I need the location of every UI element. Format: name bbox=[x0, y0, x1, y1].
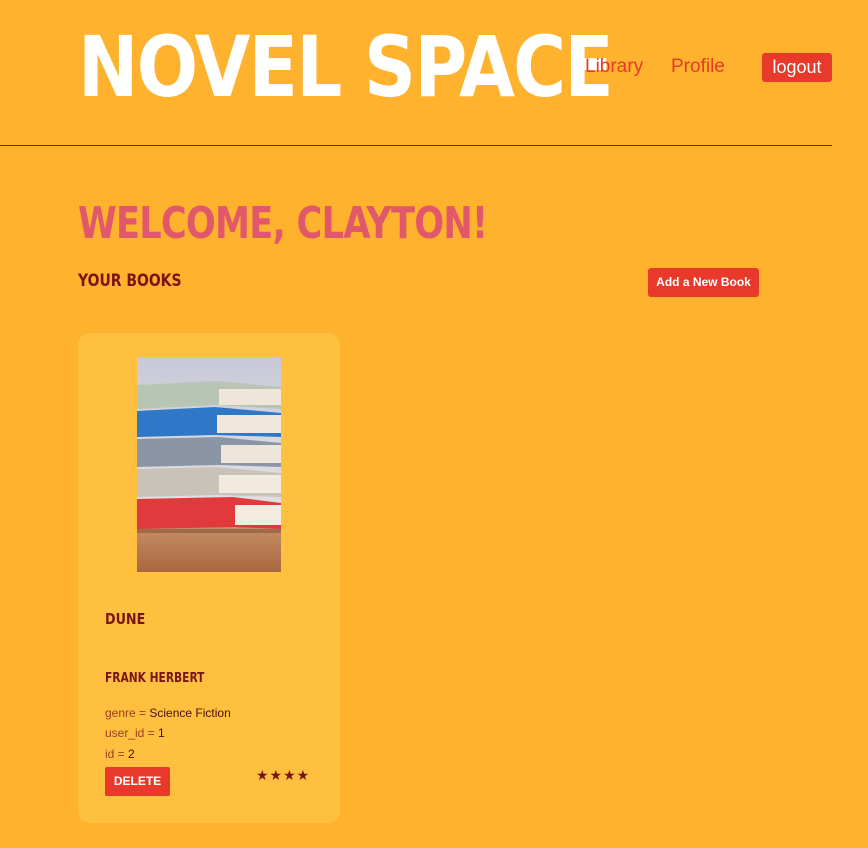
nav-library-link[interactable]: Library bbox=[585, 56, 643, 78]
book-cover-image bbox=[137, 357, 281, 572]
user-id-label: user_id = bbox=[105, 726, 159, 740]
genre-value: Science Fiction bbox=[149, 706, 231, 720]
book-id: id = 2 bbox=[105, 747, 135, 761]
book-card: Dune Frank Herbert genre = Science Ficti… bbox=[78, 333, 340, 823]
header-divider bbox=[0, 145, 832, 146]
id-label: id = bbox=[105, 747, 129, 761]
site-logo[interactable]: NOVEL SPACE bbox=[78, 22, 614, 112]
id-value: 2 bbox=[128, 747, 135, 761]
genre-label: genre = bbox=[105, 706, 150, 720]
book-title: Dune bbox=[105, 610, 146, 628]
user-id-value: 1 bbox=[158, 726, 165, 740]
add-new-book-button[interactable]: Add a New Book bbox=[648, 268, 759, 297]
welcome-heading: Welcome, Clayton! bbox=[78, 198, 488, 249]
book-genre: genre = Science Fiction bbox=[105, 706, 231, 720]
logout-button[interactable]: logout bbox=[762, 53, 832, 82]
rating-stars-icon: ★★★★ bbox=[256, 767, 311, 783]
your-books-heading: Your Books bbox=[78, 271, 182, 291]
nav-profile-link[interactable]: Profile bbox=[671, 56, 725, 78]
book-author: Frank Herbert bbox=[105, 671, 205, 686]
book-user-id: user_id = 1 bbox=[105, 726, 165, 740]
delete-button[interactable]: DELETE bbox=[105, 767, 170, 796]
